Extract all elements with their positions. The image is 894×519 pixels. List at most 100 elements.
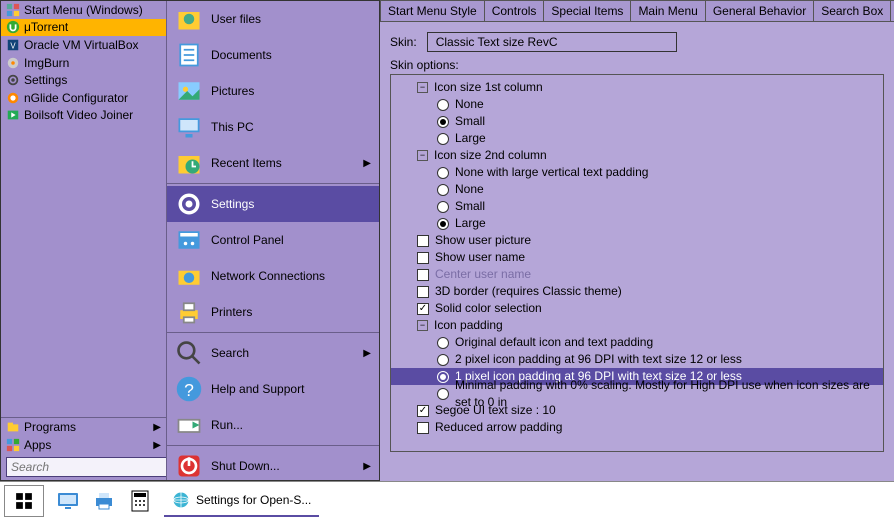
start-right-item-label: Network Connections [211,269,325,283]
checkbox[interactable] [417,252,429,264]
radio-button[interactable] [437,167,449,179]
search-icon [175,339,203,367]
start-right-item[interactable]: Shut Down...▶ [167,448,379,484]
skin-option-row[interactable]: Small [391,113,883,130]
start-left-bottom-item[interactable]: Programs▶ [1,418,166,436]
start-right-item[interactable]: Control Panel [167,222,379,258]
settings-tab[interactable]: General Behavior [705,0,814,21]
skin-option-row[interactable]: −Icon size 2nd column [391,147,883,164]
start-button[interactable] [4,485,44,517]
settings-tab[interactable]: Main Menu [630,0,705,21]
radio-button[interactable] [437,201,449,213]
radio-button[interactable] [437,218,449,230]
skin-option-label: 2 pixel icon padding at 96 DPI with text… [455,351,742,368]
settings-tab[interactable]: Controls [484,0,545,21]
skin-option-row[interactable]: −Icon padding [391,317,883,334]
radio-button[interactable] [437,354,449,366]
skin-option-row[interactable]: Reduced arrow padding [391,419,883,436]
taskbar-icon-printer[interactable] [92,489,116,513]
start-left-item[interactable]: Settings [1,71,166,89]
skin-option-label: Small [455,113,485,130]
start-right-item[interactable]: Documents [167,37,379,73]
start-left-item[interactable]: Start Menu (Windows) [1,1,166,19]
skin-option-row[interactable]: Show user name [391,249,883,266]
skin-option-row[interactable]: Large [391,215,883,232]
start-left-item-label: Oracle VM VirtualBox [24,38,139,52]
checkbox[interactable] [417,303,429,315]
skin-option-row[interactable]: Small [391,198,883,215]
start-left-item-label: Boilsoft Video Joiner [24,108,133,122]
tree-toggle-icon[interactable]: − [417,150,428,161]
skin-options-label: Skin options: [390,58,884,72]
start-left-item[interactable]: μTorrent [1,19,166,37]
settings-tab[interactable]: Menu [890,0,894,21]
start-right-item[interactable]: Search▶ [167,335,379,371]
skin-option-label: None [455,181,484,198]
settings-tab[interactable]: Special Items [543,0,631,21]
skin-option-row[interactable]: Center user name [391,266,883,283]
taskbar-task-settings[interactable]: Settings for Open-S... [164,485,319,517]
skin-option-label: Icon padding [434,317,503,334]
start-left-item-label: ImgBurn [24,56,69,70]
virtualbox-icon: V [6,38,20,52]
start-right-item-label: This PC [211,120,254,134]
start-right-item[interactable]: ?Help and Support [167,371,379,407]
tree-toggle-icon[interactable]: − [417,82,428,93]
skin-option-label: Icon size 2nd column [434,147,547,164]
start-left-bottom-label: Apps [24,438,51,452]
radio-button[interactable] [437,337,449,349]
radio-button[interactable] [437,371,449,383]
skin-option-row[interactable]: Minimal padding with 0% scaling. Mostly … [391,385,883,402]
start-left-item-label: Start Menu (Windows) [24,3,143,17]
start-left-item[interactable]: Boilsoft Video Joiner [1,107,166,125]
radio-button[interactable] [437,116,449,128]
skin-option-row[interactable]: None [391,181,883,198]
skin-option-row[interactable]: 2 pixel icon padding at 96 DPI with text… [391,351,883,368]
skin-option-row[interactable]: Large [391,130,883,147]
radio-button[interactable] [437,388,449,400]
checkbox[interactable] [417,235,429,247]
start-left-item[interactable]: ImgBurn [1,54,166,72]
skin-option-label: Center user name [435,266,531,283]
skin-label: Skin: [390,35,417,49]
start-right-item-label: Search [211,346,249,360]
checkbox[interactable] [417,269,429,281]
start-right-item[interactable]: Pictures [167,73,379,109]
checkbox[interactable] [417,405,429,417]
start-left-item[interactable]: nGlide Configurator [1,89,166,107]
skin-option-row[interactable]: None with large vertical text padding [391,164,883,181]
start-left-item[interactable]: V Oracle VM VirtualBox [1,36,166,54]
skin-selector[interactable]: Classic Text size RevC [427,32,677,52]
skin-option-row[interactable]: None [391,96,883,113]
start-right-item[interactable]: Run... [167,407,379,443]
start-right-item[interactable]: User files [167,1,379,37]
skin-option-label: Segoe UI text size : 10 [435,402,556,419]
gear-white-icon [175,190,203,218]
settings-tab[interactable]: Search Box [813,0,891,21]
taskbar-icon-calculator[interactable] [128,489,152,513]
skin-option-row[interactable]: 3D border (requires Classic theme) [391,283,883,300]
start-right-item[interactable]: Network Connections [167,258,379,294]
start-left-bottom-item[interactable]: Apps▶ [1,436,166,454]
radio-button[interactable] [437,133,449,145]
tree-toggle-icon[interactable]: − [417,320,428,331]
settings-tab[interactable]: Start Menu Style [380,0,485,21]
start-right-item[interactable]: This PC [167,109,379,145]
radio-button[interactable] [437,184,449,196]
search-input[interactable] [6,457,173,477]
cpanel-icon [175,226,203,254]
start-right-item[interactable]: Printers [167,294,379,330]
start-right-item[interactable]: Recent Items▶ [167,145,379,181]
radio-button[interactable] [437,99,449,111]
separator [167,445,379,446]
start-left-item-label: μTorrent [24,20,68,34]
taskbar-icon-monitor[interactable] [56,489,80,513]
checkbox[interactable] [417,286,429,298]
skin-option-row[interactable]: Show user picture [391,232,883,249]
skin-option-row[interactable]: −Icon size 1st column [391,79,883,96]
skin-option-row[interactable]: Original default icon and text padding [391,334,883,351]
skin-option-row[interactable]: Solid color selection [391,300,883,317]
checkbox[interactable] [417,422,429,434]
imgburn-icon [6,56,20,70]
start-right-item[interactable]: Settings [167,186,379,222]
